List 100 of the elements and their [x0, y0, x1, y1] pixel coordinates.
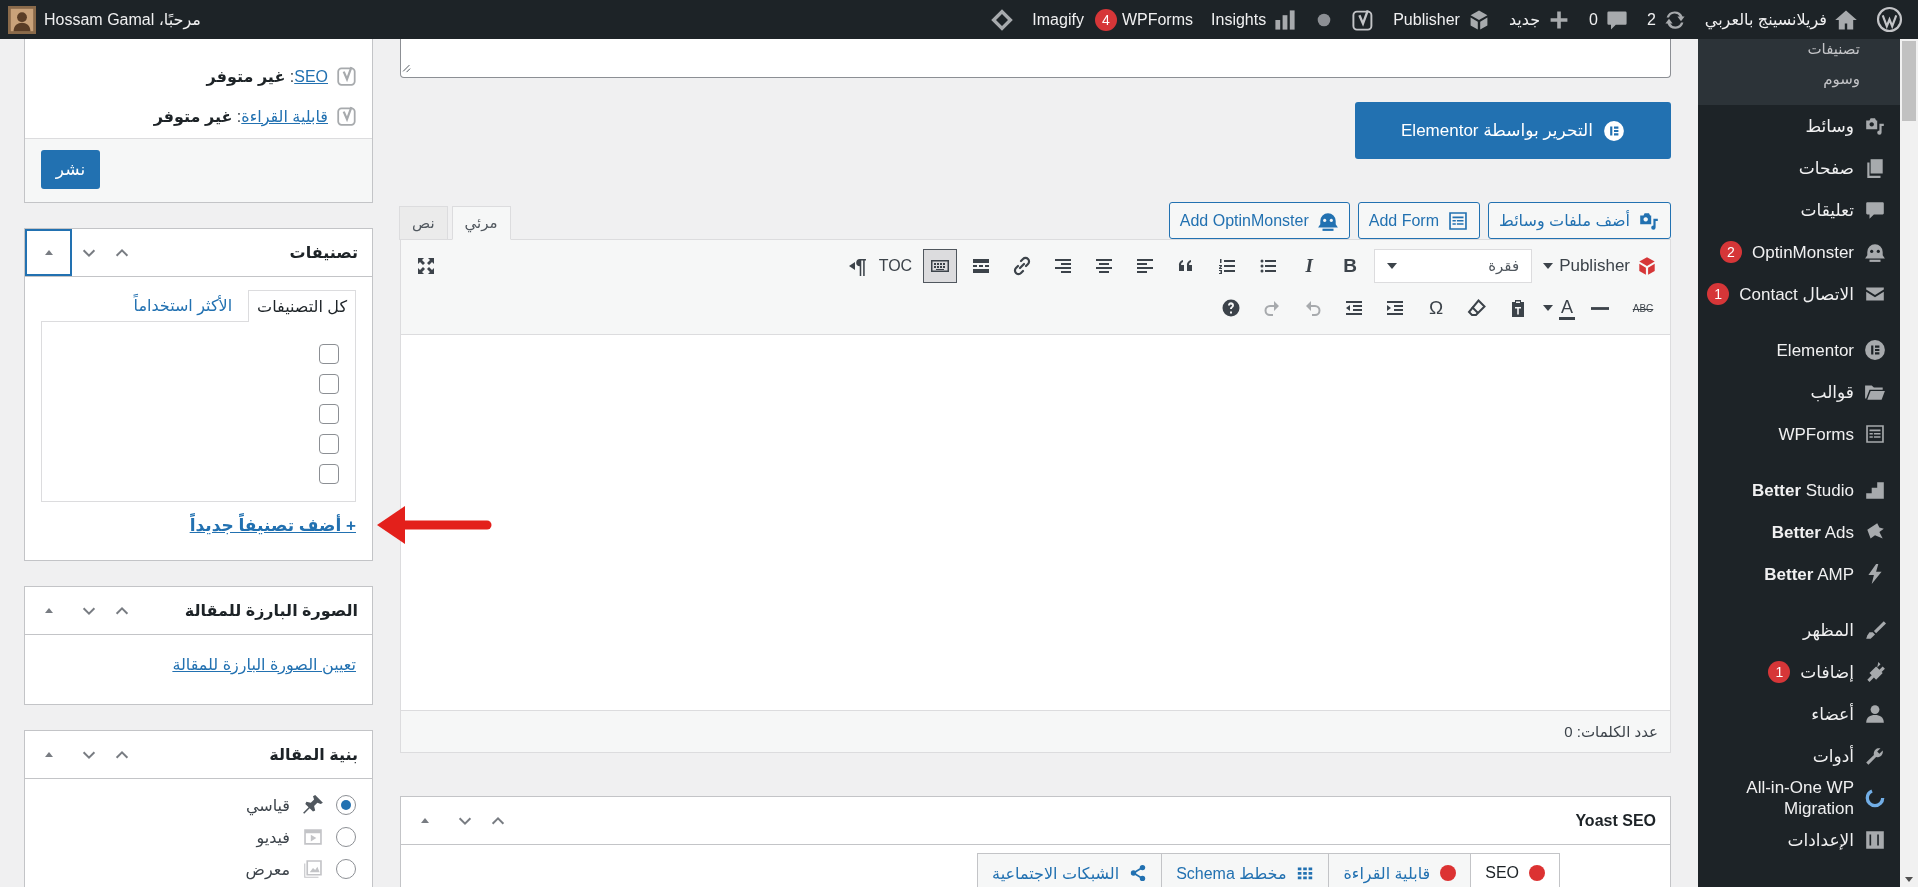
triangle-icon [848, 262, 855, 270]
category-tab[interactable]: كل التصنيفات [248, 290, 356, 322]
toolbar-link[interactable]: 0 [1580, 0, 1638, 39]
checkbox[interactable] [319, 404, 339, 424]
media-button[interactable]: أضف ملفات وسائط [1487, 202, 1671, 239]
format-select[interactable]: فقرة [1374, 249, 1533, 283]
align-left-icon [1135, 256, 1156, 276]
align-center-icon [1094, 256, 1115, 276]
text-direction-button[interactable]: ¶ [847, 249, 868, 283]
menu-item[interactable]: Better Ads [1771, 521, 1886, 543]
radio-button[interactable] [336, 795, 356, 815]
submenu-item[interactable]: تصنيفات [1698, 39, 1900, 59]
edit-link[interactable]: SEO [294, 67, 328, 85]
menu-item[interactable]: أدوات [1812, 745, 1886, 767]
bar-chart-icon [1273, 7, 1298, 32]
scrollbar-thumb[interactable] [1902, 41, 1916, 121]
user-icon [1864, 703, 1886, 725]
media-button[interactable]: Add OptinMonster [1168, 202, 1350, 239]
logo-icon[interactable] [1876, 6, 1903, 33]
set-featured-image-link[interactable]: تعيين الصورة البارزة للمقالة [172, 656, 356, 673]
menu-item[interactable]: وسائط [1805, 115, 1886, 137]
yoast-tab[interactable]: قابلية القراءة [1328, 853, 1472, 887]
radio-button[interactable] [336, 859, 356, 879]
media-button[interactable]: Add Form [1357, 202, 1480, 239]
toolbar-link[interactable]: Imagify [1023, 0, 1093, 39]
menu-item[interactable]: تعليقات [1800, 199, 1886, 221]
bold-button[interactable]: B [1333, 249, 1368, 283]
add-category-link[interactable]: + أضف تصنيفاً جديداً [189, 515, 356, 536]
editor-tab[interactable]: نص [399, 206, 448, 240]
option-label: فيديو [256, 827, 290, 847]
menu-item[interactable]: أعضاء [1811, 703, 1886, 725]
editor-tab[interactable]: مرئي [451, 206, 511, 240]
video-icon [302, 826, 324, 848]
toc-button[interactable]: TOC [874, 249, 917, 283]
elementor-button[interactable]: التحرير بواسطة Elementor [1355, 102, 1671, 159]
monster-icon [1864, 241, 1886, 263]
toolbar-link[interactable]: جديد [1499, 0, 1580, 39]
count-badge: 2 [1719, 241, 1742, 263]
diamond-icon[interactable] [990, 7, 1015, 32]
wrench-icon [1864, 745, 1886, 767]
omega-button[interactable]: Ω [1419, 291, 1453, 325]
menu-item[interactable]: المظهر [1803, 619, 1886, 641]
text-area[interactable] [400, 39, 1671, 78]
menu-item[interactable]: الإعدادات [1787, 829, 1886, 851]
caret-icon [1543, 263, 1554, 269]
submenu-item[interactable]: وسوم [1698, 69, 1900, 89]
account-menu[interactable]: مرحبًا، Hossam Gamal [4, 5, 205, 34]
scroll-down-arrow-icon[interactable] [1905, 877, 1913, 882]
checkbox[interactable] [319, 434, 339, 454]
box-title: تصنيفات [289, 243, 358, 262]
edit-link[interactable]: قابلية القراءة [241, 107, 328, 125]
plug-icon [1864, 661, 1886, 683]
triangle-icon [420, 818, 429, 823]
comment-icon [1864, 199, 1886, 221]
align-right-icon [1053, 256, 1074, 276]
toolbar-link[interactable]: Insights [1202, 0, 1307, 39]
yoast-tab[interactable]: مخطط Schema [1161, 853, 1330, 887]
indent-icon [1385, 298, 1405, 318]
checkbox[interactable] [319, 374, 339, 394]
box-title: الصورة البارزة للمقالة [184, 601, 358, 620]
italic-button[interactable]: I [1292, 249, 1327, 283]
menu-item[interactable]: Better AMP [1764, 563, 1886, 585]
triangle-icon [44, 608, 53, 613]
menu-item[interactable]: Better Studio [1751, 479, 1886, 501]
menu-item[interactable]: OptinMonster [1751, 241, 1886, 263]
menu-item[interactable]: All-in-One WP Migration [1724, 777, 1886, 819]
publish-button[interactable]: نشر [41, 150, 100, 189]
checkbox[interactable] [319, 464, 339, 484]
menu-item[interactable]: صفحات [1798, 157, 1886, 179]
form-icon [1446, 209, 1469, 232]
menu-item[interactable]: WPForms [1778, 423, 1886, 445]
keyboard-button[interactable] [923, 249, 958, 283]
strikethrough-button[interactable]: ABC [1624, 291, 1662, 325]
menu-item[interactable]: Elementor [1776, 339, 1886, 361]
count-badge: 1 [1768, 661, 1791, 683]
gallery-icon [302, 858, 324, 880]
checkbox[interactable] [319, 344, 339, 364]
menu-item[interactable]: الاتصال Contact [1739, 283, 1886, 305]
text-color-button[interactable]: A [1542, 291, 1576, 325]
toolbar-link[interactable]: 2 [1637, 0, 1696, 39]
style-dropdown[interactable]: Publisher [1539, 255, 1662, 277]
pages-icon [1864, 157, 1886, 179]
avatar [8, 5, 36, 34]
toolbar-link[interactable]: فريلانسينج بالعربي [1695, 0, 1867, 39]
box-title: Yoast SEO [1575, 811, 1656, 830]
share-icon [1129, 864, 1148, 882]
redo-icon [1262, 298, 1282, 318]
toolbar-link[interactable]: Publisher [1384, 0, 1500, 39]
e-logo-icon [1603, 119, 1625, 142]
help-icon [1221, 298, 1241, 318]
option-label: قياسي [245, 795, 290, 815]
radio-button[interactable] [336, 827, 356, 847]
collapse-toggle[interactable] [25, 229, 72, 276]
menu-item[interactable]: قوالب [1810, 381, 1886, 403]
yoast-tab[interactable]: SEO [1470, 853, 1560, 887]
yoast-tab[interactable]: الشبكات الاجتماعية [977, 853, 1163, 887]
fullscreen-icon [416, 256, 436, 276]
count-badge: 4 [1094, 8, 1117, 31]
menu-item[interactable]: إضافات [1800, 661, 1886, 683]
category-tab[interactable]: الأكثر استخداماً [125, 290, 241, 321]
